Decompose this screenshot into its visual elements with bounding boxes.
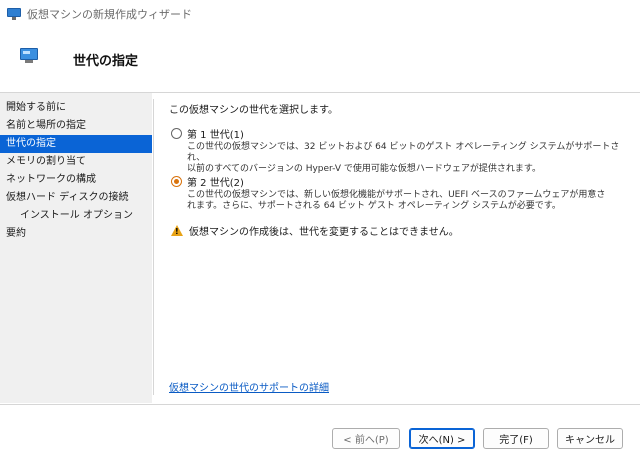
generation-1-option[interactable]: 第 1 世代(1) bbox=[171, 126, 244, 141]
finish-button[interactable]: 完了(F) bbox=[483, 428, 549, 449]
generation-2-radio[interactable] bbox=[171, 176, 182, 187]
generation-1-radio[interactable] bbox=[171, 128, 182, 139]
step-name-and-location[interactable]: 名前と場所の指定 bbox=[0, 117, 152, 135]
generation-support-link[interactable]: 仮想マシンの世代のサポートの詳細 bbox=[169, 379, 329, 394]
previous-button[interactable]: < 前へ(P) bbox=[332, 428, 400, 449]
generation-2-description: この世代の仮想マシンでは、新しい仮想化機能がサポートされ、UEFI ベースのファ… bbox=[187, 190, 627, 212]
generation-2-description-line: れます。さらに、サポートされる 64 ビット ゲスト オペレーティング システム… bbox=[187, 201, 561, 211]
generation-2-option[interactable]: 第 2 世代(2) bbox=[171, 174, 244, 189]
step-assign-memory[interactable]: メモリの割り当て bbox=[0, 153, 152, 171]
window-title: 仮想マシンの新規作成ウィザード bbox=[27, 8, 192, 21]
step-configure-networking[interactable]: ネットワークの構成 bbox=[0, 171, 152, 189]
generation-1-label[interactable]: 第 1 世代(1) bbox=[187, 126, 244, 141]
next-button[interactable]: 次へ(N) > bbox=[409, 428, 475, 449]
warning-icon: ! bbox=[171, 225, 183, 236]
step-before-you-begin[interactable]: 開始する前に bbox=[0, 99, 152, 117]
wizard-header: 世代の指定 bbox=[0, 28, 640, 91]
cancel-button[interactable]: キャンセル bbox=[557, 428, 623, 449]
step-summary[interactable]: 要約 bbox=[0, 225, 152, 243]
wizard-steps-sidebar: 開始する前に 名前と場所の指定 世代の指定 メモリの割り当て ネットワークの構成… bbox=[0, 93, 152, 403]
generation-prompt: この仮想マシンの世代を選択します。 bbox=[169, 105, 338, 116]
panel-separator bbox=[153, 99, 154, 395]
wizard-footer: < 前へ(P) 次へ(N) > 完了(F) キャンセル bbox=[0, 404, 640, 460]
generation-1-description-line: この世代の仮想マシンでは、32 ビットおよび 64 ビットのゲスト オペレーティ… bbox=[187, 142, 620, 163]
step-connect-virtual-hard-disk[interactable]: 仮想ハード ディスクの接続 bbox=[0, 189, 152, 207]
warning-text: 仮想マシンの作成後は、世代を変更することはできません。 bbox=[189, 227, 459, 238]
step-installation-options[interactable]: インストール オプション bbox=[0, 207, 152, 225]
generation-1-description-line: 以前のすべてのバージョンの Hyper-V で使用可能な仮想ハードウェアが提供さ… bbox=[187, 164, 541, 174]
generation-2-label[interactable]: 第 2 世代(2) bbox=[187, 174, 244, 189]
title-bar: 仮想マシンの新規作成ウィザード bbox=[0, 0, 640, 28]
main-panel: この仮想マシンの世代を選択します。 第 1 世代(1) この世代の仮想マシンでは… bbox=[153, 93, 640, 403]
step-specify-generation[interactable]: 世代の指定 bbox=[0, 135, 152, 153]
generation-2-description-line: この世代の仮想マシンでは、新しい仮想化機能がサポートされ、UEFI ベースのファ… bbox=[187, 190, 606, 200]
generation-1-description: この世代の仮想マシンでは、32 ビットおよび 64 ビットのゲスト オペレーティ… bbox=[187, 142, 627, 175]
monitor-icon bbox=[20, 48, 38, 64]
generation-warning: ! 仮想マシンの作成後は、世代を変更することはできません。 bbox=[171, 223, 459, 238]
hyper-v-app-icon bbox=[7, 8, 21, 20]
page-title: 世代の指定 bbox=[73, 54, 139, 69]
